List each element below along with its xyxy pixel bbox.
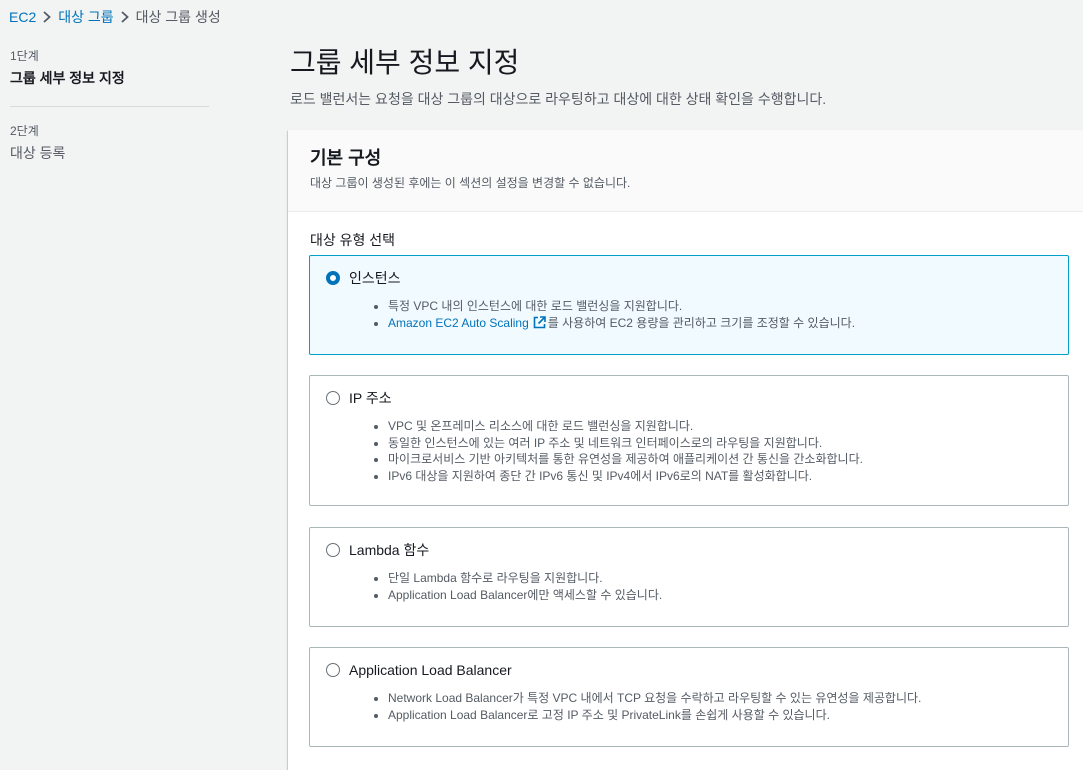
breadcrumb: EC2 대상 그룹 대상 그룹 생성	[9, 7, 221, 27]
radio-button-checked[interactable]	[326, 271, 340, 285]
radio-button[interactable]	[326, 663, 340, 677]
list-item: Application Load Balancer에만 액세스할 수 있습니다.	[372, 587, 662, 604]
target-type-label: 대상 유형 선택	[310, 232, 396, 248]
step-label-current: 그룹 세부 정보 지정	[10, 70, 125, 86]
option-label: Application Load Balancer	[349, 662, 512, 678]
panel-header: 기본 구성 대상 그룹이 생성된 후에는 이 섹션의 설정을 변경할 수 없습니…	[288, 130, 1083, 212]
target-type-option-lambda[interactable]: Lambda 함수 단일 Lambda 함수로 라우팅을 지원합니다. Appl…	[309, 527, 1069, 627]
option-head: 인스턴스	[326, 268, 401, 288]
wizard-steps-nav: 1단계 그룹 세부 정보 지정 2단계 대상 등록	[10, 48, 210, 163]
step-divider	[10, 106, 209, 107]
list-item: 동일한 인스턴스에 있는 여러 IP 주소 및 네트워크 인터페이스로의 라우팅…	[372, 435, 863, 452]
page-description: 로드 밸런서는 요청을 대상 그룹의 대상으로 라우팅하고 대상에 대한 상태 …	[290, 91, 827, 107]
chevron-right-icon	[114, 7, 136, 27]
list-item: Application Load Balancer로 고정 IP 주소 및 Pr…	[372, 707, 921, 724]
option-description-list: 특정 VPC 내의 인스턴스에 대한 로드 밸런싱을 지원합니다. Amazon…	[372, 298, 855, 333]
step-number: 1단계	[10, 49, 39, 63]
list-item: 특정 VPC 내의 인스턴스에 대한 로드 밸런싱을 지원합니다.	[372, 298, 855, 315]
option-label: 인스턴스	[349, 270, 401, 286]
target-type-option-instances[interactable]: 인스턴스 특정 VPC 내의 인스턴스에 대한 로드 밸런싱을 지원합니다. A…	[309, 255, 1069, 355]
list-item: Network Load Balancer가 특정 VPC 내에서 TCP 요청…	[372, 690, 921, 707]
page-title: 그룹 세부 정보 지정	[290, 47, 520, 78]
wizard-step-2: 2단계 대상 등록	[10, 123, 210, 163]
basic-configuration-panel: 기본 구성 대상 그룹이 생성된 후에는 이 섹션의 설정을 변경할 수 없습니…	[288, 130, 1083, 770]
option-label: IP 주소	[349, 390, 392, 406]
target-type-option-alb[interactable]: Application Load Balancer Network Load B…	[309, 647, 1069, 747]
target-type-option-ip[interactable]: IP 주소 VPC 및 온프레미스 리소스에 대한 로드 밸런싱을 지원합니다.…	[309, 375, 1069, 506]
chevron-right-icon	[36, 7, 58, 27]
step-label: 대상 등록	[10, 145, 66, 161]
list-item: IPv6 대상을 지원하여 종단 간 IPv6 통신 및 IPv4에서 IPv6…	[372, 468, 863, 485]
option-description-list: VPC 및 온프레미스 리소스에 대한 로드 밸런싱을 지원합니다. 동일한 인…	[372, 418, 863, 484]
breadcrumb-current: 대상 그룹 생성	[135, 9, 221, 25]
list-item: VPC 및 온프레미스 리소스에 대한 로드 밸런싱을 지원합니다.	[372, 418, 863, 435]
list-item: 단일 Lambda 함수로 라우팅을 지원합니다.	[372, 570, 662, 587]
panel-title: 기본 구성	[310, 148, 382, 168]
option-head: Lambda 함수	[326, 540, 429, 560]
radio-button[interactable]	[326, 543, 340, 557]
radio-button[interactable]	[326, 391, 340, 405]
wizard-step-1: 1단계 그룹 세부 정보 지정	[10, 48, 210, 88]
option-head: IP 주소	[326, 388, 392, 408]
breadcrumb-ec2-link[interactable]: EC2	[9, 7, 36, 27]
breadcrumb-target-groups-link[interactable]: 대상 그룹	[58, 7, 113, 27]
step-number: 2단계	[10, 124, 39, 138]
list-item-text: 를 사용하여 EC2 용량을 관리하고 크기를 조정할 수 있습니다.	[547, 315, 856, 330]
option-head: Application Load Balancer	[326, 660, 512, 680]
option-label: Lambda 함수	[349, 542, 430, 558]
list-item: 마이크로서비스 기반 아키텍처를 통한 유연성을 제공하여 애플리케이션 간 통…	[372, 451, 863, 468]
list-item: Amazon EC2 Auto Scaling 를 사용하여 EC2 용량을 관리…	[372, 315, 855, 334]
auto-scaling-link[interactable]: Amazon EC2 Auto Scaling	[388, 316, 529, 330]
panel-description: 대상 그룹이 생성된 후에는 이 섹션의 설정을 변경할 수 없습니다.	[310, 176, 631, 190]
external-link-icon[interactable]	[533, 315, 546, 334]
option-description-list: 단일 Lambda 함수로 라우팅을 지원합니다. Application Lo…	[372, 570, 662, 603]
option-description-list: Network Load Balancer가 특정 VPC 내에서 TCP 요청…	[372, 690, 921, 723]
